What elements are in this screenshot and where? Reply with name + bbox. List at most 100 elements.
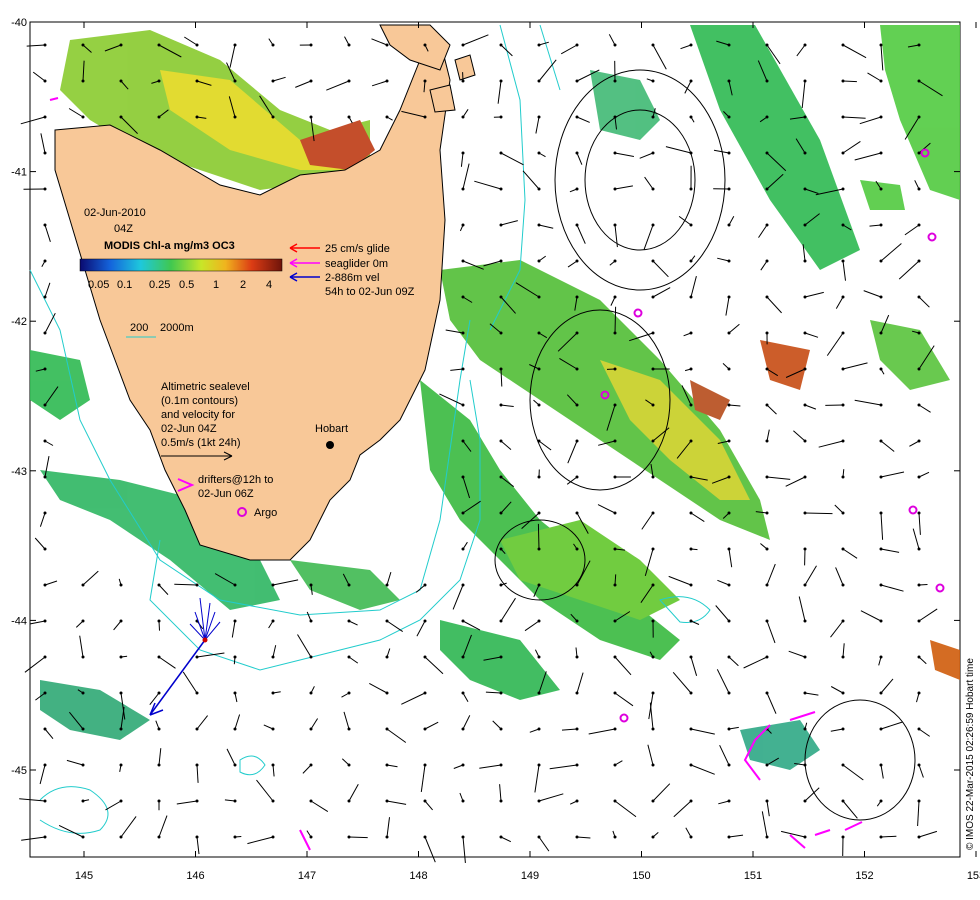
velocity-origin xyxy=(689,691,693,695)
colorbar-label-4: 1 xyxy=(213,279,219,291)
velocity-origin xyxy=(613,655,617,659)
velocity-origin xyxy=(879,115,883,119)
velocity-origin xyxy=(727,799,731,803)
velocity-origin xyxy=(157,763,161,767)
velocity-origin xyxy=(461,43,465,47)
velocity-origin xyxy=(43,223,47,227)
velocity-origin xyxy=(879,187,883,191)
velocity-origin xyxy=(499,619,503,623)
velocity-origin xyxy=(461,79,465,83)
velocity-origin xyxy=(765,619,769,623)
lat-tick-label: -44 xyxy=(11,615,27,627)
velocity-origin xyxy=(765,223,769,227)
island-small-2 xyxy=(429,84,456,113)
velocity-origin xyxy=(119,115,123,119)
velocity-origin xyxy=(917,331,921,335)
velocity-origin xyxy=(765,295,769,299)
velocity-origin xyxy=(613,187,617,191)
velocity-origin xyxy=(43,583,47,587)
velocity-origin xyxy=(803,799,807,803)
velocity-origin xyxy=(917,583,921,587)
velocity-origin xyxy=(499,691,503,695)
lon-tick-label: 145 xyxy=(75,870,93,882)
velocity-origin xyxy=(765,691,769,695)
velocity-origin xyxy=(651,727,655,731)
velocity-origin xyxy=(841,691,845,695)
velocity-origin xyxy=(499,799,503,803)
velocity-origin xyxy=(43,151,47,155)
velocity-origin xyxy=(613,799,617,803)
velocity-origin xyxy=(689,799,693,803)
velocity-origin xyxy=(157,115,161,119)
velocity-origin xyxy=(689,583,693,587)
velocity-origin xyxy=(613,367,617,371)
velocity-origin xyxy=(43,511,47,515)
velocity-origin xyxy=(803,331,807,335)
lon-tick-label: 146 xyxy=(186,870,204,882)
velocity-origin xyxy=(309,43,313,47)
velocity-origin xyxy=(537,475,541,479)
velocity-origin xyxy=(803,691,807,695)
velocity-origin xyxy=(879,691,883,695)
velocity-origin xyxy=(917,799,921,803)
velocity-origin xyxy=(841,799,845,803)
velocity-origin xyxy=(727,835,731,839)
velocity-origin xyxy=(385,835,389,839)
velocity-origin xyxy=(651,367,655,371)
velocity-origin xyxy=(43,403,47,407)
velocity-origin xyxy=(727,331,731,335)
velocity-origin xyxy=(157,799,161,803)
velocity-origin xyxy=(879,43,883,47)
lat-tick-label: -43 xyxy=(11,466,27,478)
sealevel-line-1: (0.1m contours) xyxy=(161,395,238,407)
velocity-origin xyxy=(841,475,845,479)
velocity-origin xyxy=(537,43,541,47)
lat-tick-label: -41 xyxy=(11,167,27,179)
velocity-origin xyxy=(461,691,465,695)
velocity-origin xyxy=(575,655,579,659)
velocity-origin xyxy=(575,583,579,587)
velocity-origin xyxy=(879,799,883,803)
colorbar-label-0: 0.05 xyxy=(88,279,109,291)
velocity-origin xyxy=(917,43,921,47)
velocity-origin xyxy=(841,403,845,407)
velocity-origin xyxy=(195,655,199,659)
velocity-origin xyxy=(651,655,655,659)
velocity-origin xyxy=(43,367,47,371)
velocity-origin xyxy=(575,295,579,299)
velocity-origin xyxy=(157,655,161,659)
velocity-origin xyxy=(537,763,541,767)
velocity-origin xyxy=(727,259,731,263)
velocity-origin xyxy=(803,583,807,587)
velocity-origin xyxy=(765,259,769,263)
velocity-origin xyxy=(347,799,351,803)
velocity-origin xyxy=(423,727,427,731)
velocity-origin xyxy=(537,115,541,119)
velocity-origin xyxy=(651,547,655,551)
velocity-origin xyxy=(309,763,313,767)
colorbar-label-6: 4 xyxy=(266,279,272,291)
velocity-origin xyxy=(727,511,731,515)
velocity-vector xyxy=(842,80,857,83)
velocity-origin xyxy=(537,799,541,803)
velocity-origin xyxy=(347,835,351,839)
velocity-origin xyxy=(689,151,693,155)
velocity-origin xyxy=(461,187,465,191)
velocity-origin xyxy=(537,223,541,227)
velocity-origin xyxy=(499,151,503,155)
velocity-origin xyxy=(385,727,389,731)
velocity-origin xyxy=(765,331,769,335)
velocity-origin xyxy=(537,835,541,839)
velocity-origin xyxy=(157,583,161,587)
velocity-origin xyxy=(689,619,693,623)
velocity-origin xyxy=(765,367,769,371)
lat-tick-label: -40 xyxy=(11,17,27,29)
velocity-origin xyxy=(43,439,47,443)
velocity-origin xyxy=(613,79,617,83)
velocity-origin xyxy=(879,583,883,587)
velocity-origin xyxy=(309,799,313,803)
velocity-origin xyxy=(461,763,465,767)
velocity-origin xyxy=(537,691,541,695)
chlorophyll-map: Hobart 02-Jun-2010 04Z MODIS Chl-a mg/m3… xyxy=(11,17,980,882)
velocity-origin xyxy=(841,331,845,335)
